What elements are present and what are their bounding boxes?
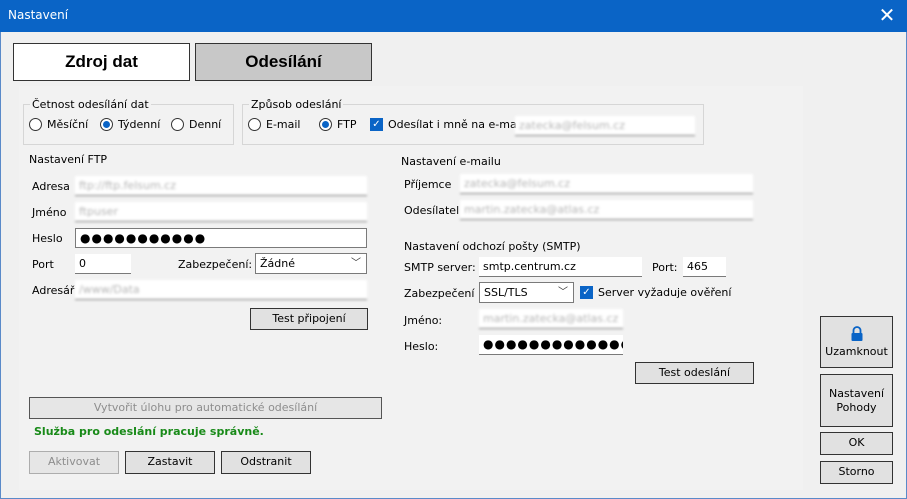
also-email-checkbox[interactable]: ✓ Odesílat i mně na e-mail [370, 118, 523, 131]
smtp-server-input[interactable]: smtp.centrum.cz [479, 257, 642, 277]
radio-tydenni-circle[interactable] [100, 118, 113, 131]
chevron-down-icon[interactable]: ﹀ [558, 285, 568, 300]
title-bar: Nastavení ✕ [0, 0, 907, 32]
chevron-down-icon[interactable]: ﹀ [351, 256, 361, 271]
close-icon[interactable]: ✕ [875, 3, 899, 27]
smtp-security-label: Zabezpečení [404, 287, 475, 300]
ftp-name-input[interactable]: ftpuser [75, 202, 367, 222]
pohoda-label-line1: Nastavení [828, 386, 885, 400]
smtp-security-select[interactable]: SSL/TLS ﹀ [479, 282, 574, 303]
status-message: Služba pro odeslání pracuje správně. [34, 425, 264, 438]
radio-mesicni[interactable]: Měsíční [29, 118, 88, 131]
email-section-title: Nastavení e-mailu [401, 155, 501, 168]
ftp-name-label: Jméno [32, 206, 67, 219]
ftp-password-label: Heslo [32, 232, 63, 245]
create-task-button[interactable]: Vytvořit úlohu pro automatické odesílání [29, 397, 382, 419]
window-title: Nastavení [8, 8, 69, 22]
radio-denni-circle[interactable] [171, 118, 184, 131]
activate-button[interactable]: Aktivovat [29, 451, 119, 474]
radio-mesicni-label: Měsíční [47, 118, 89, 131]
smtp-section-title: Nastavení odchozí pošty (SMTP) [404, 240, 581, 253]
ftp-security-select[interactable]: Žádné ﹀ [255, 253, 367, 274]
smtp-name-input[interactable]: martin.zatecka@atlas.cz [479, 309, 623, 329]
radio-tydenni-label: Týdenní [118, 118, 161, 131]
also-email-label: Odesílat i mně na e-mail [388, 118, 523, 131]
ftp-address-label: Adresa [32, 180, 70, 193]
frequency-legend: Četnost odesílání dat [32, 98, 149, 111]
pohoda-label-line2: Pohody [836, 400, 877, 414]
smtp-password-label: Heslo: [404, 340, 439, 353]
smtp-port-label: Port: [652, 261, 678, 274]
radio-mesicni-circle[interactable] [29, 118, 42, 131]
smtp-server-label: SMTP server: [404, 261, 476, 274]
ftp-security-label: Zabezpečení: [178, 258, 253, 271]
ftp-security-value: Žádné [260, 257, 295, 270]
radio-ftp-circle[interactable] [319, 118, 332, 131]
lock-icon [851, 325, 862, 341]
ftp-folder-label: Adresář [32, 284, 75, 297]
send-method-legend: Způsob odeslání [251, 98, 342, 111]
radio-denni[interactable]: Denní [171, 118, 221, 131]
smtp-auth-checkbox[interactable]: ✓ Server vyžaduje ověření [580, 286, 731, 299]
pohoda-settings-button[interactable]: Nastavení Pohody [820, 374, 893, 427]
tab-odesilani[interactable]: Odesílání [195, 43, 372, 81]
smtp-name-label: Jméno: [404, 314, 443, 327]
email-sender-input[interactable]: martin.zatecka@atlas.cz [460, 200, 753, 220]
ok-button[interactable]: OK [820, 432, 893, 455]
smtp-password-input[interactable]: ●●●●●●●●●●●●●●● [479, 335, 623, 355]
also-email-input[interactable]: zatecka@felsum.cz [515, 116, 695, 136]
radio-email-label: E-mail [266, 118, 301, 131]
radio-email[interactable]: E-mail [248, 118, 301, 131]
smtp-auth-label: Server vyžaduje ověření [598, 286, 732, 299]
stop-button[interactable]: Zastavit [125, 451, 215, 474]
radio-denni-label: Denní [189, 118, 222, 131]
checkmark-icon[interactable]: ✓ [370, 118, 383, 131]
lock-button[interactable]: Uzamknout [820, 316, 893, 368]
ftp-port-label: Port [32, 258, 54, 271]
radio-ftp-label: FTP [337, 118, 357, 131]
smtp-security-value: SSL/TLS [484, 286, 528, 299]
remove-button[interactable]: Odstranit [221, 451, 311, 474]
cancel-button[interactable]: Storno [820, 461, 893, 484]
email-recipient-input[interactable]: zatecka@felsum.cz [460, 174, 753, 194]
ftp-password-input[interactable]: ●●●●●●●●●●● [75, 228, 367, 248]
checkmark-icon[interactable]: ✓ [580, 286, 593, 299]
test-send-button[interactable]: Test odeslání [635, 362, 754, 384]
ftp-section-title: Nastavení FTP [29, 153, 108, 166]
ftp-address-input[interactable]: ftp://ftp.felsum.cz [75, 176, 367, 196]
radio-email-circle[interactable] [248, 118, 261, 131]
radio-tydenni[interactable]: Týdenní [100, 118, 160, 131]
lock-label: Uzamknout [825, 344, 888, 358]
email-sender-label: Odesílatel [404, 204, 460, 217]
tab-zdroj-dat[interactable]: Zdroj dat [13, 43, 190, 81]
email-recipient-label: Příjemce [404, 178, 452, 191]
radio-ftp[interactable]: FTP [319, 118, 357, 131]
smtp-port-input[interactable]: 465 [683, 257, 726, 277]
test-connection-button[interactable]: Test připojení [250, 308, 368, 330]
ftp-folder-input[interactable]: /www/Data [75, 280, 367, 300]
ftp-port-input[interactable]: 0 [75, 254, 131, 274]
